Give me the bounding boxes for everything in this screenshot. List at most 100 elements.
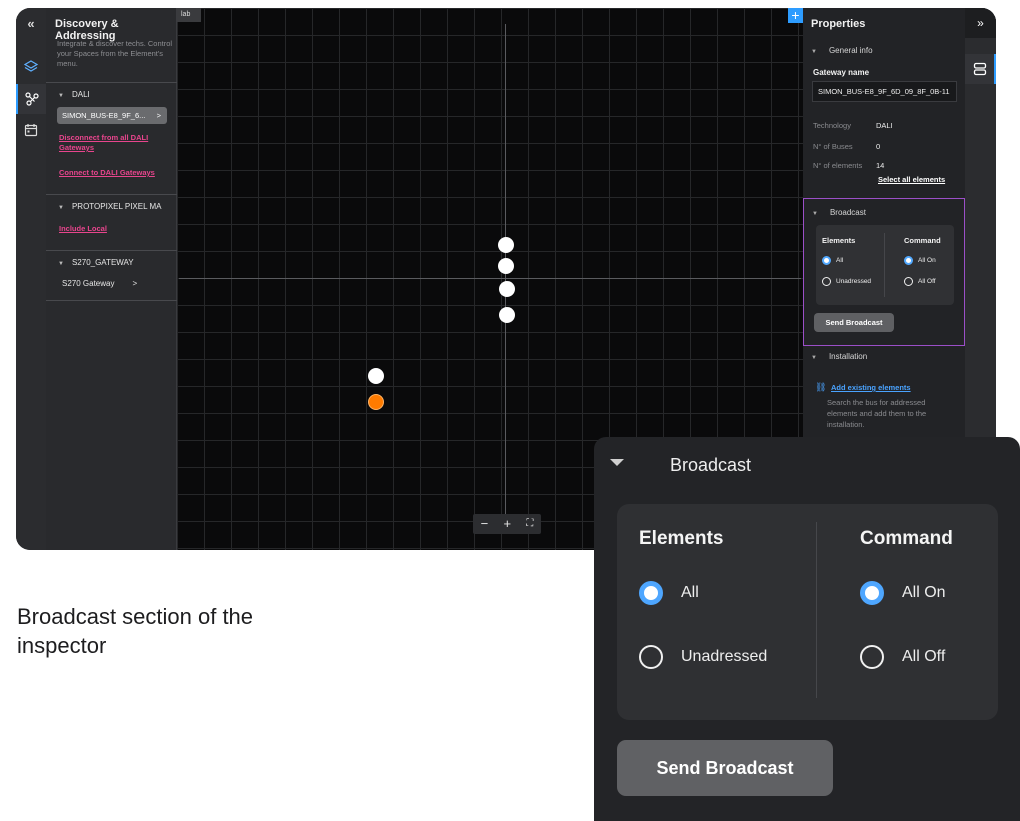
select-all-link[interactable]: Select all elements bbox=[878, 175, 945, 184]
discovery-panel: Discovery & Addressing Integrate & disco… bbox=[46, 8, 177, 550]
server-icon bbox=[973, 62, 986, 76]
divider bbox=[46, 82, 177, 83]
connect-link[interactable]: Connect to DALI Gateways bbox=[59, 168, 155, 178]
technology-label: Technology bbox=[813, 121, 851, 130]
calendar-icon bbox=[24, 124, 38, 137]
panel-description: Integrate & discover techs. Control your… bbox=[57, 39, 173, 68]
group-label: S270_GATEWAY bbox=[71, 258, 134, 267]
properties-title: Properties bbox=[811, 18, 866, 30]
s270-gateway-item[interactable]: S270 Gateway > bbox=[62, 279, 137, 288]
radio-unadressed-label: Unadressed bbox=[681, 648, 768, 665]
item-label: S270 Gateway bbox=[62, 279, 115, 288]
gateway-chip-label: SIMON_BUS-E8_9F_6... bbox=[62, 111, 146, 120]
elements-heading: Elements bbox=[639, 528, 724, 549]
caption: Broadcast section of the inspector bbox=[17, 604, 254, 658]
section-label: Installation bbox=[828, 352, 868, 361]
fit-view-button[interactable]: ⛶ bbox=[526, 514, 533, 534]
command-heading: Command bbox=[904, 236, 941, 245]
radio-all-on[interactable] bbox=[860, 581, 884, 605]
command-heading: Command bbox=[860, 528, 953, 549]
column-divider bbox=[816, 522, 817, 698]
radio-all-label: All bbox=[681, 584, 699, 601]
send-broadcast-button[interactable]: Send Broadcast bbox=[617, 740, 833, 796]
double-chevron-right-icon: » bbox=[977, 16, 984, 30]
section-label: Broadcast bbox=[829, 208, 866, 217]
canvas-tab[interactable]: lab bbox=[177, 8, 201, 22]
group-label: PROTOPIXEL PIXEL MA bbox=[71, 202, 162, 211]
buses-label: N° of Buses bbox=[813, 142, 853, 151]
section-broadcast[interactable]: ▼ Broadcast bbox=[812, 208, 866, 217]
zoom-controls: − + ⛶ bbox=[473, 514, 541, 534]
divider bbox=[46, 300, 177, 301]
radio-all-off-label: All Off bbox=[918, 278, 936, 285]
add-existing-link[interactable]: Add existing elements bbox=[831, 383, 911, 392]
group-label: DALI bbox=[71, 90, 90, 99]
canvas-axis-vertical bbox=[505, 24, 506, 534]
broadcast-options-card: Elements Command All Unadressed All On A… bbox=[816, 225, 954, 305]
canvas-node[interactable] bbox=[499, 307, 515, 323]
radio-unadressed-label: Unadressed bbox=[836, 278, 872, 285]
canvas-node[interactable] bbox=[498, 237, 514, 253]
expand-panel-button[interactable]: » bbox=[965, 8, 996, 38]
disconnect-link[interactable]: Disconnect from all DALI Gateways bbox=[59, 133, 169, 153]
radio-unadressed[interactable] bbox=[639, 645, 663, 669]
radio-all-off[interactable] bbox=[860, 645, 884, 669]
layers-icon bbox=[23, 60, 39, 72]
add-existing-description: Search the bus for addressed elements an… bbox=[827, 398, 927, 429]
caret-down-icon: ▼ bbox=[58, 93, 64, 99]
canvas-axis-horizontal bbox=[179, 278, 801, 279]
canvas-node[interactable] bbox=[498, 258, 514, 274]
buses-value: 0 bbox=[876, 142, 881, 151]
section-label: General info bbox=[828, 46, 873, 55]
zoom-in-button[interactable]: + bbox=[503, 514, 511, 534]
send-broadcast-button[interactable]: Send Broadcast bbox=[814, 313, 894, 332]
network-icon: ⛓ bbox=[815, 382, 827, 392]
elements-heading: Elements bbox=[822, 236, 856, 245]
discovery-button[interactable] bbox=[16, 84, 46, 114]
calendar-button[interactable] bbox=[16, 115, 46, 145]
properties-tab-button[interactable] bbox=[965, 54, 996, 84]
layers-button[interactable] bbox=[16, 52, 46, 82]
divider bbox=[46, 194, 177, 195]
gateway-name-field[interactable]: SIMON_BUS-E8_9F_6D_09_8F_0B-11 bbox=[812, 81, 957, 102]
group-s270[interactable]: ▼ S270_GATEWAY bbox=[58, 258, 134, 267]
caret-down-icon: ▼ bbox=[811, 49, 817, 55]
radio-all-off[interactable] bbox=[904, 277, 913, 286]
include-local-link[interactable]: Include Local bbox=[59, 224, 107, 234]
canvas-node[interactable] bbox=[499, 281, 515, 297]
technology-value: DALI bbox=[876, 121, 893, 130]
group-protopixel[interactable]: ▼ PROTOPIXEL PIXEL MA bbox=[58, 202, 161, 211]
radio-all-on-label: All On bbox=[902, 584, 946, 601]
caret-down-icon: ▼ bbox=[58, 205, 64, 211]
zoom-out-button[interactable]: − bbox=[481, 514, 489, 534]
gateway-chip[interactable]: SIMON_BUS-E8_9F_6... > bbox=[57, 107, 167, 124]
group-dali[interactable]: ▼ DALI bbox=[58, 90, 90, 99]
radio-all-on[interactable] bbox=[904, 256, 913, 265]
add-button[interactable]: + bbox=[788, 8, 803, 23]
chevron-right-icon: > bbox=[132, 279, 138, 288]
radio-all-off-label: All Off bbox=[902, 648, 946, 665]
left-icon-rail: « bbox=[16, 8, 46, 550]
broadcast-title: Broadcast bbox=[670, 455, 752, 475]
radio-all[interactable] bbox=[639, 581, 663, 605]
collapse-panel-button[interactable]: « bbox=[16, 8, 46, 38]
network-icon bbox=[25, 92, 39, 106]
chevron-right-icon: > bbox=[156, 111, 161, 120]
broadcast-section: ▼ Broadcast Elements Command All Unadress… bbox=[803, 198, 965, 346]
broadcast-options-card: Elements Command All Unadressed All On A… bbox=[617, 504, 998, 720]
caret-down-icon bbox=[610, 459, 624, 466]
caret-down-icon: ▼ bbox=[812, 211, 818, 217]
double-chevron-left-icon: « bbox=[27, 15, 35, 31]
caret-down-icon: ▼ bbox=[58, 261, 64, 267]
radio-unadressed[interactable] bbox=[822, 277, 831, 286]
canvas-node[interactable] bbox=[368, 368, 384, 384]
broadcast-zoom-callout: Broadcast Elements Command All Unadresse… bbox=[594, 437, 1020, 821]
section-installation[interactable]: ▼ Installation bbox=[811, 352, 867, 361]
section-general-info[interactable]: ▼ General info bbox=[811, 46, 873, 55]
gateway-name-label: Gateway name bbox=[813, 68, 870, 77]
radio-all[interactable] bbox=[822, 256, 831, 265]
caret-down-icon: ▼ bbox=[811, 355, 817, 361]
column-divider bbox=[884, 233, 885, 297]
radio-all-on-label: All On bbox=[918, 257, 936, 264]
canvas-node-selected[interactable] bbox=[368, 394, 384, 410]
